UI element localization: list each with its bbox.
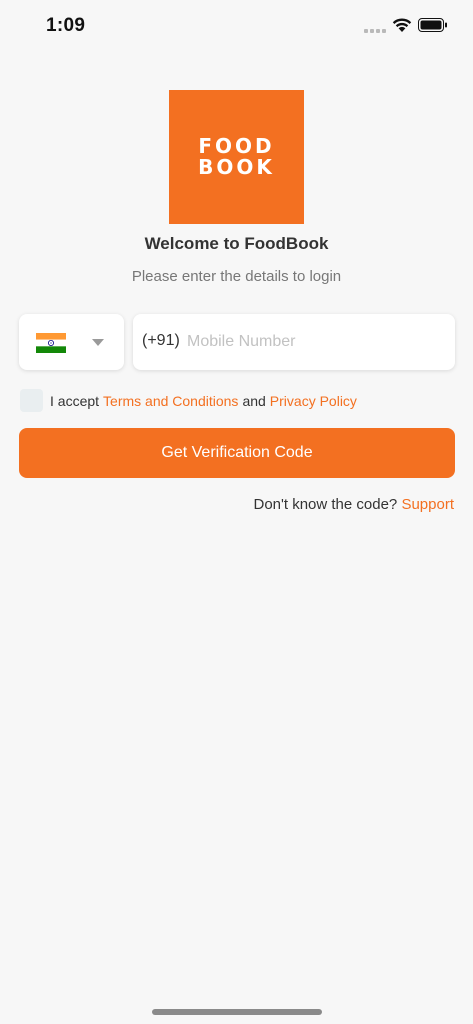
status-time: 1:09 [46, 15, 86, 36]
terms-conjunction: and [242, 392, 266, 409]
page-title: Welcome to FoodBook [144, 234, 329, 253]
foodbook-logo: FOOD BOOK [169, 90, 304, 224]
chevron-down-icon [92, 339, 104, 346]
page-subtitle: Please enter the details to login [131, 268, 342, 285]
dial-code: (+91) [142, 332, 180, 349]
status-bar: 1:09 [0, 0, 473, 50]
terms-checkbox[interactable] [20, 389, 43, 412]
battery-icon [418, 18, 447, 32]
wifi-icon [392, 18, 412, 32]
india-flag-icon [36, 333, 66, 353]
logo-text: FOOD BOOK [198, 136, 275, 178]
phone-number-field[interactable]: (+91) [133, 314, 455, 370]
home-indicator[interactable] [152, 1009, 322, 1015]
country-code-select[interactable] [19, 314, 124, 370]
terms-and-conditions-link[interactable]: Terms and Conditions [103, 393, 238, 409]
terms-prefix: I accept [50, 392, 100, 409]
logo-line-book: BOOK [198, 155, 275, 179]
support-prompt: Don't know the code? [253, 496, 398, 513]
privacy-policy-link[interactable]: Privacy Policy [270, 393, 357, 409]
logo-line-food: FOOD [198, 134, 275, 158]
support-row: Don't know the code? Support [253, 496, 454, 513]
signal-icon [364, 29, 386, 33]
get-verification-code-button[interactable]: Get Verification Code [19, 428, 455, 478]
terms-row: I accept Terms and Conditions and Privac… [20, 389, 357, 412]
mobile-number-input[interactable] [187, 324, 442, 360]
support-link[interactable]: Support [401, 496, 454, 513]
